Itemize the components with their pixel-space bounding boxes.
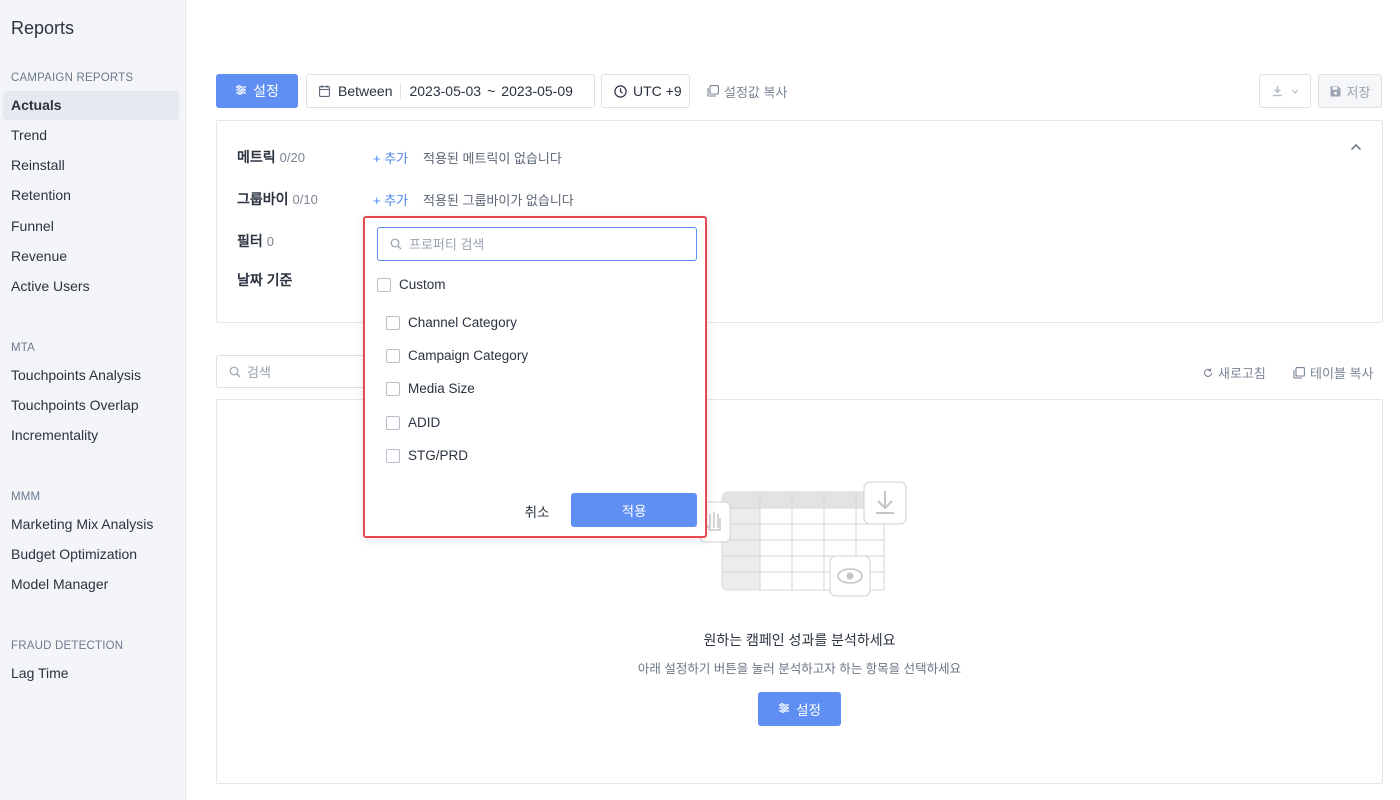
download-dropdown-button[interactable] (1259, 74, 1311, 108)
option-stg-prd[interactable]: STG/PRD (386, 448, 468, 463)
property-dropdown: Custom Channel Category Campaign Categor… (363, 216, 707, 538)
copy-icon (1293, 366, 1305, 379)
filter-label: 필터 (237, 233, 263, 249)
copy-table-button[interactable]: 테이블 복사 (1293, 363, 1373, 382)
nav-section-fraud-detection: FRAUD DETECTION (11, 640, 124, 652)
save-button[interactable]: 저장 (1318, 74, 1382, 108)
copy-settings-label: 설정값 복사 (724, 84, 788, 100)
search-icon (229, 366, 241, 378)
checkbox[interactable] (386, 348, 400, 363)
date-basis-label: 날짜 기준 (237, 272, 293, 288)
option-label: Channel Category (408, 315, 517, 330)
groupby-empty-message: 적용된 그룹바이가 없습니다 (423, 193, 574, 208)
empty-state-subtitle: 아래 설정하기 버튼을 눌러 분석하고자 하는 항목을 선택하세요 (637, 662, 962, 676)
option-campaign-category[interactable]: Campaign Category (386, 348, 528, 363)
filter-count: 0 (266, 234, 274, 249)
nav-item-revenue[interactable]: Revenue (3, 242, 179, 271)
custom-group-label: Custom (399, 277, 446, 292)
nav-item-touchpoints-analysis[interactable]: Touchpoints Analysis (3, 361, 179, 390)
clock-icon (614, 84, 627, 98)
refresh-button[interactable]: 새로고침 (1203, 363, 1266, 382)
filter-row-label: 필터 0 (237, 231, 274, 251)
option-label: STG/PRD (408, 448, 469, 463)
copy-table-label: 테이블 복사 (1310, 366, 1374, 381)
date-range-picker[interactable]: Between 2023-05-03 ~ 2023-05-09 (306, 74, 595, 108)
nav-item-retention[interactable]: Retention (3, 181, 179, 210)
nav-item-model-manager[interactable]: Model Manager (3, 570, 179, 599)
chevron-down-icon (1291, 89, 1299, 94)
floppy-icon (1330, 86, 1341, 97)
option-adid[interactable]: ADID (386, 415, 440, 430)
metric-empty-message: 적용된 메트릭이 없습니다 (423, 151, 562, 166)
copy-settings-button[interactable]: 설정값 복사 (707, 82, 787, 100)
checkbox[interactable] (386, 381, 400, 396)
metric-count: 0/20 (279, 150, 305, 165)
groupby-row-label: 그룹바이 0/10 (237, 189, 318, 209)
nav-item-budget-optimization[interactable]: Budget Optimization (3, 540, 179, 569)
nav-item-funnel[interactable]: Funnel (3, 212, 179, 241)
nav-item-touchpoints-overlap[interactable]: Touchpoints Overlap (3, 391, 179, 420)
nav-item-lag-time[interactable]: Lag Time (3, 659, 179, 688)
chevron-up-icon[interactable] (1350, 138, 1362, 154)
nav-section-mmm: MMM (11, 491, 41, 503)
option-media-size[interactable]: Media Size (386, 381, 475, 396)
date-start: 2023-05-03 (409, 83, 482, 99)
option-channel-category[interactable]: Channel Category (386, 315, 517, 330)
sliders-icon (235, 83, 247, 99)
empty-state-title: 원하는 캠페인 성과를 분석하세요 (703, 632, 896, 648)
checkbox[interactable] (386, 448, 400, 463)
date-separator: ~ (487, 83, 496, 99)
timezone-button[interactable]: UTC +9 (601, 74, 690, 108)
nav-item-marketing-mix-analysis[interactable]: Marketing Mix Analysis (3, 510, 179, 539)
property-search-input[interactable] (409, 236, 679, 252)
custom-group-checkbox[interactable]: Custom (377, 277, 446, 292)
settings-button-label: 설정 (253, 83, 279, 99)
table-search-placeholder: 검색 (247, 365, 271, 380)
nav-section-mta: MTA (11, 342, 36, 354)
date-mode: Between (338, 83, 393, 99)
search-icon (390, 238, 402, 250)
apply-button[interactable]: 적용 (571, 493, 697, 527)
option-label: Media Size (408, 381, 475, 396)
checkbox[interactable] (386, 315, 400, 330)
metric-row-label: 메트릭 0/20 (237, 147, 305, 167)
nav-item-actuals[interactable]: Actuals (3, 91, 179, 120)
option-label: Campaign Category (408, 348, 529, 363)
date-end: 2023-05-09 (501, 83, 573, 99)
timezone-label: UTC +9 (633, 83, 682, 99)
groupby-count: 0/10 (292, 192, 318, 207)
cancel-button[interactable]: 취소 (515, 494, 559, 527)
nav-section-campaign-reports: CAMPAIGN REPORTS (11, 72, 134, 84)
groupby-label: 그룹바이 (237, 191, 289, 207)
add-groupby-link[interactable]: + 추가 (373, 190, 408, 209)
nav-item-incrementality[interactable]: Incrementality (3, 421, 179, 450)
add-metric-link[interactable]: + 추가 (373, 148, 408, 167)
metric-label: 메트릭 (237, 149, 276, 165)
copy-icon (707, 85, 719, 97)
settings-button[interactable]: 설정 (216, 74, 298, 108)
checkbox[interactable] (377, 277, 391, 292)
divider (400, 83, 402, 99)
empty-state-illustration (699, 478, 912, 605)
calendar-icon (319, 85, 330, 97)
sliders-icon (778, 702, 790, 717)
save-label: 저장 (1346, 84, 1371, 100)
nav-item-active-users[interactable]: Active Users (3, 272, 179, 301)
sidebar: Reports CAMPAIGN REPORTS Actuals Trend R… (0, 0, 186, 800)
refresh-icon (1203, 368, 1213, 378)
download-icon (1272, 85, 1283, 97)
nav-item-trend[interactable]: Trend (3, 121, 179, 150)
empty-state-settings-button[interactable]: 설정 (758, 692, 841, 726)
option-label: ADID (408, 415, 441, 430)
table-search-box[interactable]: 검색 (216, 355, 366, 388)
empty-state-settings-label: 설정 (796, 703, 821, 718)
refresh-label: 새로고침 (1218, 366, 1266, 381)
checkbox[interactable] (386, 415, 400, 430)
nav-item-reinstall[interactable]: Reinstall (3, 151, 179, 180)
app-title: Reports (11, 18, 75, 38)
property-search-field[interactable] (377, 227, 697, 261)
